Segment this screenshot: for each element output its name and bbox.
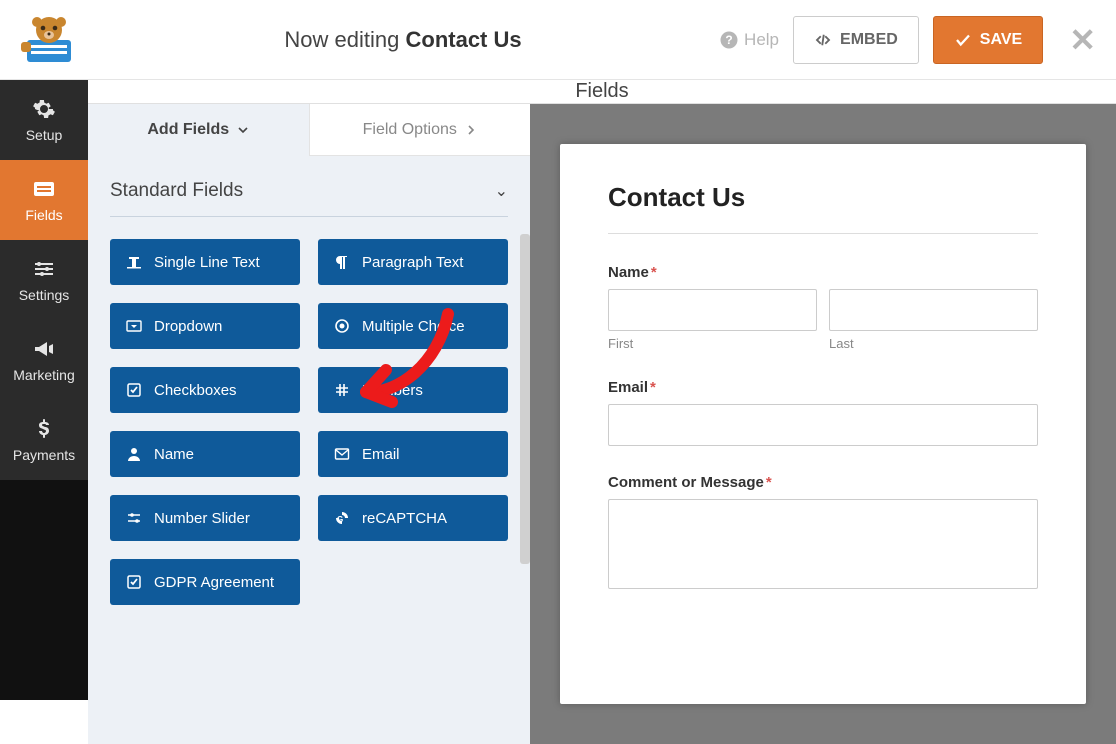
scrollbar[interactable] (520, 234, 530, 564)
svg-text:?: ? (725, 33, 732, 47)
workspace-body: Add Fields Field Options Standard Fields… (88, 104, 1116, 744)
first-name-input[interactable] (608, 289, 817, 331)
field-dropdown[interactable]: Dropdown (110, 303, 300, 349)
help-link[interactable]: ? Help (720, 30, 779, 50)
section-standard-fields[interactable]: Standard Fields ⌄ (88, 156, 530, 216)
embed-label: EMBED (840, 31, 898, 49)
preview-name-field: Name* First Last (608, 264, 1038, 351)
field-checkboxes[interactable]: Checkboxes (110, 367, 300, 413)
field-gdpr[interactable]: GDPR Agreement (110, 559, 300, 605)
sidenav-fields[interactable]: Fields (0, 160, 88, 240)
sidenav-marketing[interactable]: Marketing (0, 320, 88, 400)
field-multiple-choice[interactable]: Multiple Choice (318, 303, 508, 349)
sidenav-setup[interactable]: Setup (0, 80, 88, 160)
tab-field-options[interactable]: Field Options (309, 104, 531, 156)
email-label: Email* (608, 379, 1038, 396)
svg-text:G: G (337, 515, 343, 524)
sidenav-payments-label: Payments (13, 447, 75, 463)
now-editing-title: Now editing Contact Us (86, 27, 720, 53)
field-number-slider[interactable]: Number Slider (110, 495, 300, 541)
embed-button[interactable]: EMBED (793, 16, 919, 64)
fields-panel: Add Fields Field Options Standard Fields… (88, 104, 530, 744)
sidenav-payments[interactable]: Payments (0, 400, 88, 480)
preview-email-field: Email* (608, 379, 1038, 446)
workspace-header: Fields (88, 80, 1116, 104)
top-actions: ? Help EMBED SAVE ✕ (720, 16, 1096, 64)
field-paragraph-text[interactable]: Paragraph Text (318, 239, 508, 285)
main: Setup Fields Settings Marketing Payments… (0, 80, 1116, 700)
top-bar: Now editing Contact Us ? Help EMBED SAVE… (0, 0, 1116, 80)
close-icon[interactable]: ✕ (1069, 21, 1096, 59)
email-input[interactable] (608, 404, 1038, 446)
save-button[interactable]: SAVE (933, 16, 1043, 64)
tab-add-fields[interactable]: Add Fields (88, 104, 309, 156)
field-recaptcha[interactable]: G reCAPTCHA (318, 495, 508, 541)
form-preview: Contact Us Name* First Last (560, 144, 1086, 704)
side-nav: Setup Fields Settings Marketing Payments (0, 80, 88, 700)
sidenav-setup-label: Setup (26, 127, 63, 143)
field-email[interactable]: Email (318, 431, 508, 477)
sidenav-fields-label: Fields (25, 207, 62, 223)
message-textarea[interactable] (608, 499, 1038, 589)
help-label: Help (744, 30, 779, 50)
preview-area: Contact Us Name* First Last (530, 104, 1116, 744)
save-label: SAVE (980, 31, 1022, 49)
sidenav-settings-label: Settings (19, 287, 70, 303)
field-numbers[interactable]: Numbers (318, 367, 508, 413)
first-sublabel: First (608, 336, 817, 351)
field-single-line-text[interactable]: Single Line Text (110, 239, 300, 285)
last-sublabel: Last (829, 336, 1038, 351)
preview-message-field: Comment or Message* (608, 474, 1038, 594)
field-grid: Single Line Text Paragraph Text Dropdown… (88, 217, 530, 627)
message-label: Comment or Message* (608, 474, 1038, 491)
sidenav-marketing-label: Marketing (13, 367, 74, 383)
workspace: Fields Add Fields Field Options Standard… (88, 80, 1116, 700)
panel-tabs: Add Fields Field Options (88, 104, 530, 156)
sidenav-settings[interactable]: Settings (0, 240, 88, 320)
name-label: Name* (608, 264, 1038, 281)
form-title: Contact Us (608, 182, 1038, 213)
last-name-input[interactable] (829, 289, 1038, 331)
app-logo (12, 12, 86, 68)
field-name[interactable]: Name (110, 431, 300, 477)
chevron-down-icon: ⌄ (495, 181, 508, 201)
